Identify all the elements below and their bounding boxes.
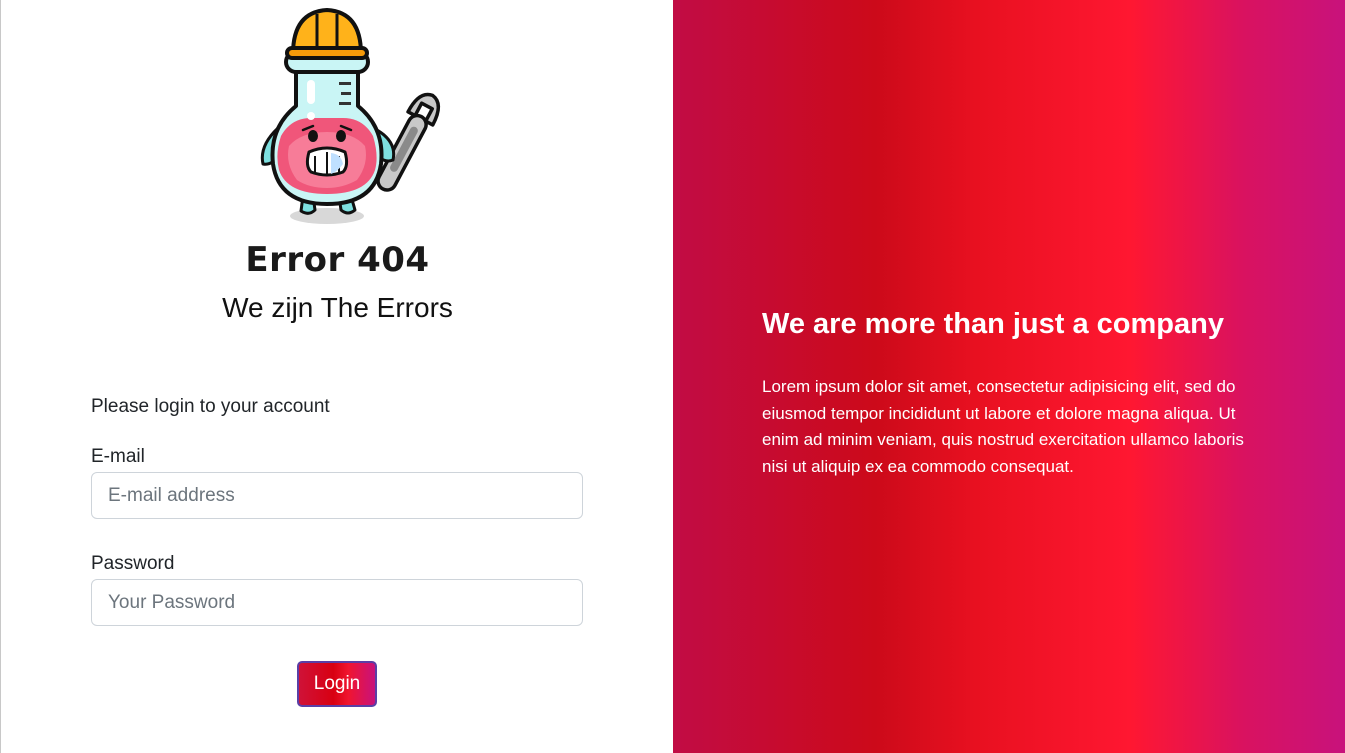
email-field[interactable] xyxy=(91,472,583,519)
login-prompt: Please login to your account xyxy=(91,396,330,417)
brand-title: Error 404 xyxy=(245,240,430,280)
promo-text: Lorem ipsum dolor sit amet, consectetur … xyxy=(762,377,1244,476)
promo-title: We are more than just a company xyxy=(762,308,1224,340)
login-button[interactable]: Login xyxy=(297,661,377,707)
brand-subtitle: We zijn The Errors xyxy=(222,292,453,323)
promo-panel: We are more than just a company Lorem ip… xyxy=(673,0,1345,753)
login-panel: Error 404 We zijn The Errors Please logi… xyxy=(0,0,673,753)
email-label: E-mail xyxy=(91,446,145,467)
lab-flask-mascot-icon xyxy=(260,8,441,224)
login-page: Error 404 We zijn The Errors Please logi… xyxy=(0,0,1345,753)
password-field[interactable] xyxy=(91,579,583,626)
password-label: Password xyxy=(91,553,175,574)
